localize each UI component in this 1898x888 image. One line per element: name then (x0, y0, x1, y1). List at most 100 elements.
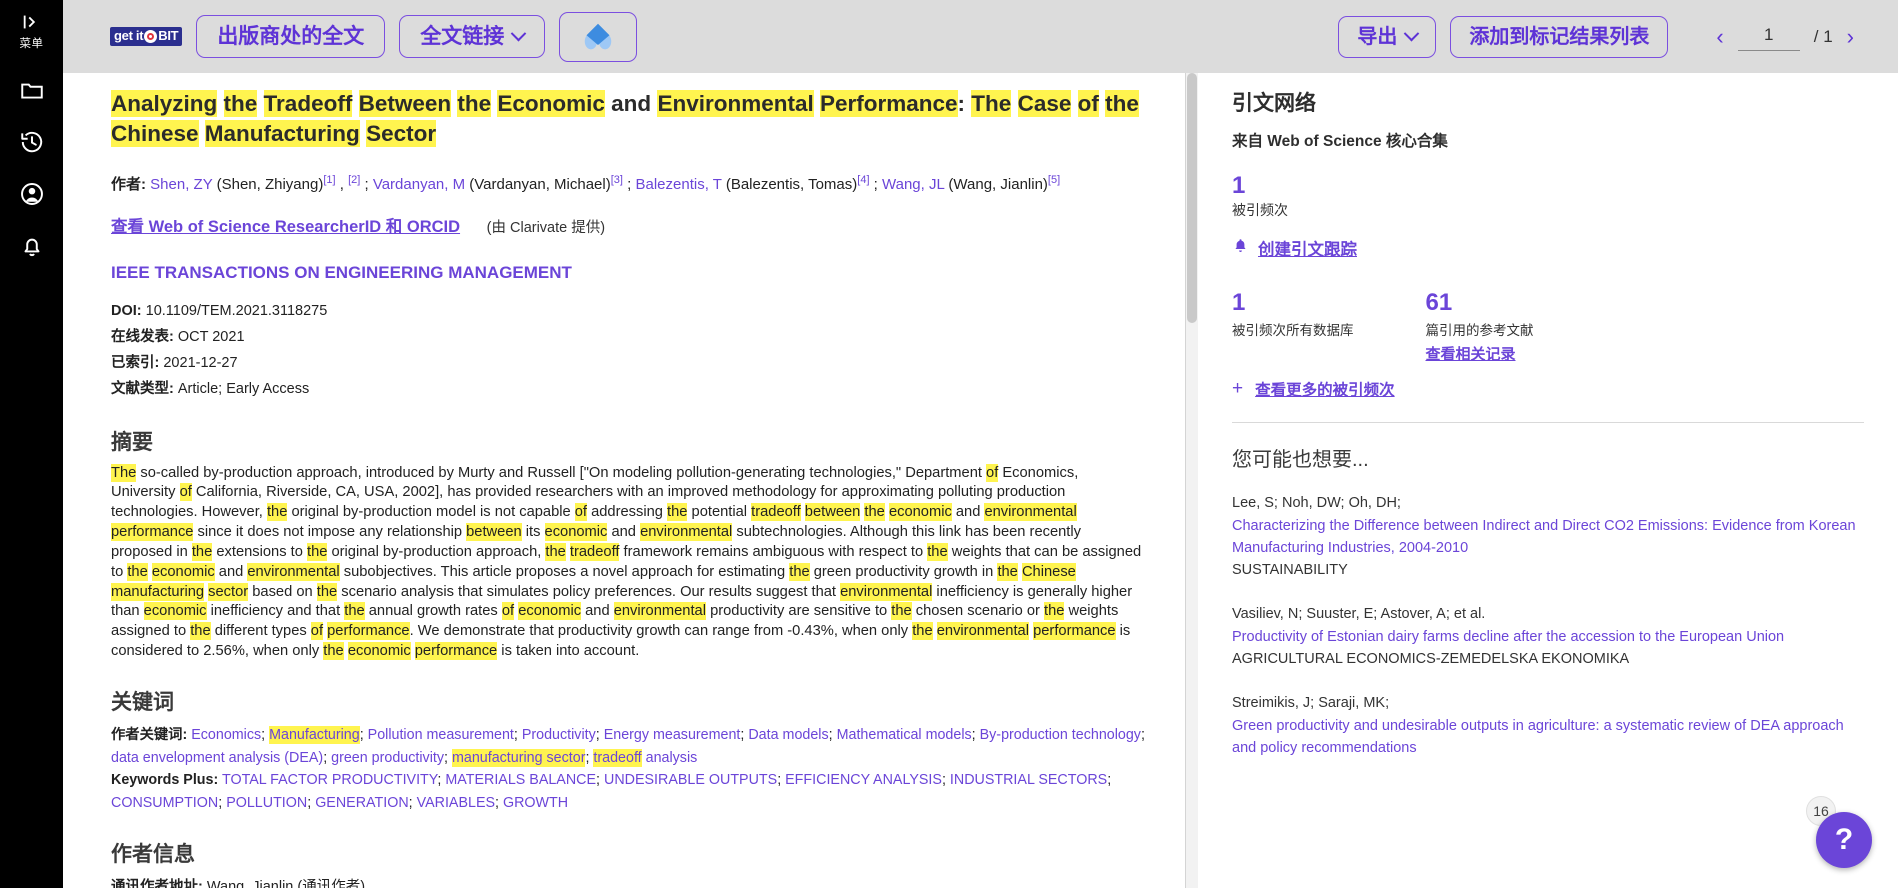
sidebar-item-alerts[interactable] (0, 233, 63, 259)
bell-icon (19, 233, 45, 259)
create-citation-alert-link[interactable]: 创建引文跟踪 (1232, 236, 1864, 260)
author-keyword[interactable]: Economics (191, 727, 261, 743)
mendeley-button[interactable] (559, 12, 637, 62)
highlighted-term: manufacturing (111, 583, 204, 601)
sidebar-item-folder[interactable] (0, 77, 63, 103)
keyword-plus[interactable]: MATERIALS BALANCE (445, 772, 596, 788)
author-keyword[interactable]: Pollution measurement (368, 727, 514, 743)
keyword-plus[interactable]: GENERATION (315, 795, 408, 811)
author-keyword[interactable]: Energy measurement (604, 727, 741, 743)
sidebar-item-menu-toggle[interactable]: 菜单 (0, 0, 63, 51)
affiliation-ref[interactable]: [1] (323, 174, 335, 186)
keyword-plus[interactable]: POLLUTION (226, 795, 307, 811)
fulltext-links-button[interactable]: 全文链接 (399, 15, 545, 58)
text-run: so-called by-production approach, introd… (136, 465, 986, 481)
page-number-input[interactable] (1738, 22, 1800, 51)
affiliation-ref[interactable]: [5] (1048, 174, 1060, 186)
chevron-right-icon[interactable]: › (1839, 24, 1862, 50)
references-value[interactable]: 61 (1426, 290, 1534, 316)
record-field: 已索引: 2021-12-27 (111, 352, 1145, 375)
recommendation-item: Vasiliev, N; Suuster, E; Astover, A; et … (1232, 603, 1864, 670)
times-cited-value[interactable]: 1 (1232, 173, 1864, 199)
author-keyword[interactable]: manufacturing sector (452, 749, 586, 767)
researcher-id-link[interactable]: 查看 Web of Science ResearcherID 和 ORCID (111, 218, 460, 236)
text-run (217, 91, 223, 116)
view-related-records-link[interactable]: 查看相关记录 (1426, 343, 1534, 364)
publisher-fulltext-button[interactable]: 出版商处的全文 (196, 15, 385, 58)
author-keywords-label: 作者关键词: (111, 727, 187, 743)
highlighted-term: of (1078, 90, 1099, 117)
author-keyword[interactable]: By-production technology (980, 727, 1141, 743)
highlighted-term: the (1044, 602, 1064, 620)
recommendation-title[interactable]: Green productivity and undesirable outpu… (1232, 715, 1864, 759)
highlighted-term: manufacturing sector (452, 749, 586, 767)
text-run (1071, 91, 1077, 116)
text-run: is taken into account. (497, 643, 639, 659)
keyword-plus[interactable]: TOTAL FACTOR PRODUCTIVITY (222, 772, 437, 788)
author-keyword[interactable]: Data models (748, 727, 828, 743)
highlighted-term: environmental (247, 563, 339, 581)
author-keyword[interactable]: Mathematical models (837, 727, 972, 743)
keywords-plus-label: Keywords Plus: (111, 772, 218, 788)
affiliation-ref[interactable]: [3] (611, 174, 623, 186)
export-button[interactable]: 导出 (1338, 16, 1436, 58)
author-keyword[interactable]: tradeoff analysis (593, 749, 697, 767)
keyword-plus[interactable]: CONSUMPTION (111, 795, 218, 811)
record-content: Analyzing the Tradeoff Between the Econo… (63, 73, 1898, 888)
chevron-down-icon (1404, 26, 1420, 42)
keyword-plus[interactable]: GROWTH (503, 795, 568, 811)
author-link[interactable]: Vardanyan, M (373, 176, 465, 193)
see-more-citations-label: 查看更多的被引频次 (1255, 378, 1395, 400)
page-total-value: 1 (1823, 27, 1832, 46)
keyword-plus[interactable]: EFFICIENCY ANALYSIS (785, 772, 942, 788)
sidebar-item-history[interactable] (0, 129, 63, 155)
recommendation-title[interactable]: Productivity of Estonian dairy farms dec… (1232, 626, 1864, 648)
author-keyword[interactable]: green productivity (331, 750, 444, 766)
highlighted-term: the (912, 622, 932, 640)
affiliation-ref[interactable]: [2] (348, 174, 360, 186)
record-toolbar: get it BIT 出版商处的全文 全文链接 (63, 0, 1898, 73)
recommendation-item: Lee, S; Noh, DW; Oh, DH;Characterizing t… (1232, 492, 1864, 581)
page-scrollbar[interactable] (1186, 73, 1198, 888)
author-link[interactable]: Balezentis, T (635, 176, 721, 193)
all-db-citations: 1 被引频次所有数据库 (1232, 290, 1354, 363)
author-keyword[interactable]: data envelopment analysis (DEA) (111, 750, 323, 766)
author-link[interactable]: Shen, ZY (150, 176, 212, 193)
author-keywords-row: 作者关键词: Economics; Manufacturing; Polluti… (111, 724, 1145, 769)
text-run: original by-production approach, (327, 544, 545, 560)
keyword-plus[interactable]: INDUSTRIAL SECTORS (950, 772, 1107, 788)
keyword-plus[interactable]: VARIABLES (417, 795, 495, 811)
author-keyword[interactable]: Manufacturing (269, 726, 360, 744)
get-it-bit-badge[interactable]: get it BIT (110, 27, 182, 46)
chevron-left-icon[interactable]: ‹ (1708, 24, 1731, 50)
highlighted-term: the (545, 543, 565, 561)
highlighted-term: Environmental (657, 90, 813, 117)
scrollbar-thumb[interactable] (1187, 73, 1197, 323)
times-cited-block: 1 被引频次 (1232, 173, 1864, 220)
recommendation-title[interactable]: Characterizing the Difference between In… (1232, 515, 1864, 559)
highlighted-term: between (805, 503, 861, 521)
keyword-plus[interactable]: UNDESIRABLE OUTPUTS (604, 772, 777, 788)
highlighted-term: Chinese (1022, 563, 1076, 581)
all-db-value[interactable]: 1 (1232, 290, 1354, 316)
record-field-value: Article; Early Access (174, 381, 309, 397)
see-more-citations-link[interactable]: + 查看更多的被引频次 (1232, 378, 1864, 400)
folder-icon (19, 77, 45, 103)
add-to-marked-list-button[interactable]: 添加到标记结果列表 (1450, 16, 1668, 58)
affiliation-ref[interactable]: [4] (857, 174, 869, 186)
sidebar-item-profile[interactable] (0, 181, 63, 207)
highlighted-term: performance (111, 523, 193, 541)
citation-network-source: 来自 Web of Science 核心合集 (1232, 129, 1864, 151)
author-link[interactable]: Wang, JL (882, 176, 944, 193)
text-run: and (215, 564, 248, 580)
text-run: . We demonstrate that productivity growt… (410, 623, 913, 639)
highlighted-term: the (891, 602, 911, 620)
highlighted-term: of (180, 483, 192, 501)
cited-references: 61 篇引用的参考文献 查看相关记录 (1426, 290, 1534, 363)
highlighted-term: economic (545, 523, 608, 541)
author-keyword[interactable]: Productivity (522, 727, 596, 743)
help-button[interactable]: ? (1816, 812, 1872, 868)
journal-name[interactable]: IEEE TRANSACTIONS ON ENGINEERING MANAGEM… (111, 263, 1145, 283)
citation-network-title: 引文网络 (1232, 87, 1864, 117)
text-run (352, 91, 358, 116)
